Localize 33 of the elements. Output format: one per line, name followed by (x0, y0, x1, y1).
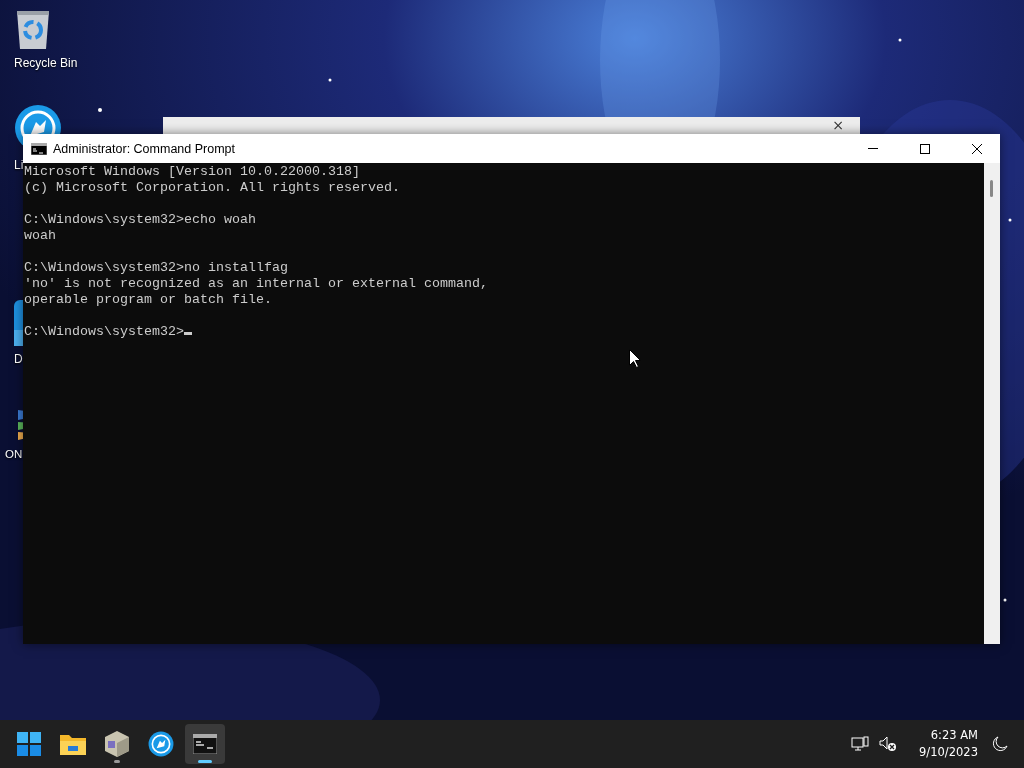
console-line: C:\Windows\system32>echo woah (24, 212, 256, 227)
scrollbar[interactable] (984, 163, 1000, 644)
terminal-icon[interactable] (193, 734, 217, 754)
console-line: C:\Windows\system32> (24, 324, 184, 339)
console-line: operable program or batch file. (24, 292, 272, 307)
wolf-app-icon[interactable] (148, 731, 174, 757)
console-line: (c) Microsoft Corporation. All rights reserved. (24, 180, 400, 195)
cube-icon[interactable] (105, 731, 129, 757)
console-line: woah (24, 228, 56, 243)
mouse-pointer-icon (629, 349, 641, 368)
windows-logo-icon[interactable] (17, 732, 41, 756)
clock-date[interactable]: 9/10/2023 (919, 744, 978, 761)
speaker-muted-icon[interactable] (879, 736, 898, 752)
desktop-icon-label[interactable]: Li (14, 158, 24, 172)
desktop-icon-label[interactable]: Recycle Bin (14, 56, 78, 70)
terminal-icon (31, 142, 47, 155)
console-line: C:\Windows\system32>no installfag (24, 260, 288, 275)
close-button[interactable]: × (824, 117, 852, 133)
minimize-icon (868, 148, 878, 149)
console-line: 'no' is not recognized as an internal or external command, (24, 276, 488, 291)
desktop-icon-label[interactable]: D (14, 352, 23, 366)
folder-icon[interactable] (60, 733, 86, 755)
maximize-icon (920, 143, 930, 154)
close-icon (972, 143, 982, 154)
network-icon[interactable] (851, 736, 870, 752)
scroll-thumb[interactable] (990, 180, 993, 197)
desktop-icon-label[interactable]: ON (5, 448, 23, 460)
console-line: Microsoft Windows [Version 10.0.22000.318] (24, 164, 360, 179)
moon-icon[interactable] (992, 736, 1008, 752)
window-title: Administrator: Command Prompt (53, 141, 236, 156)
clock-time[interactable]: 6:23 AM (930, 727, 978, 744)
recycle-bin-icon (14, 8, 52, 50)
taskbar-button[interactable] (185, 724, 225, 764)
